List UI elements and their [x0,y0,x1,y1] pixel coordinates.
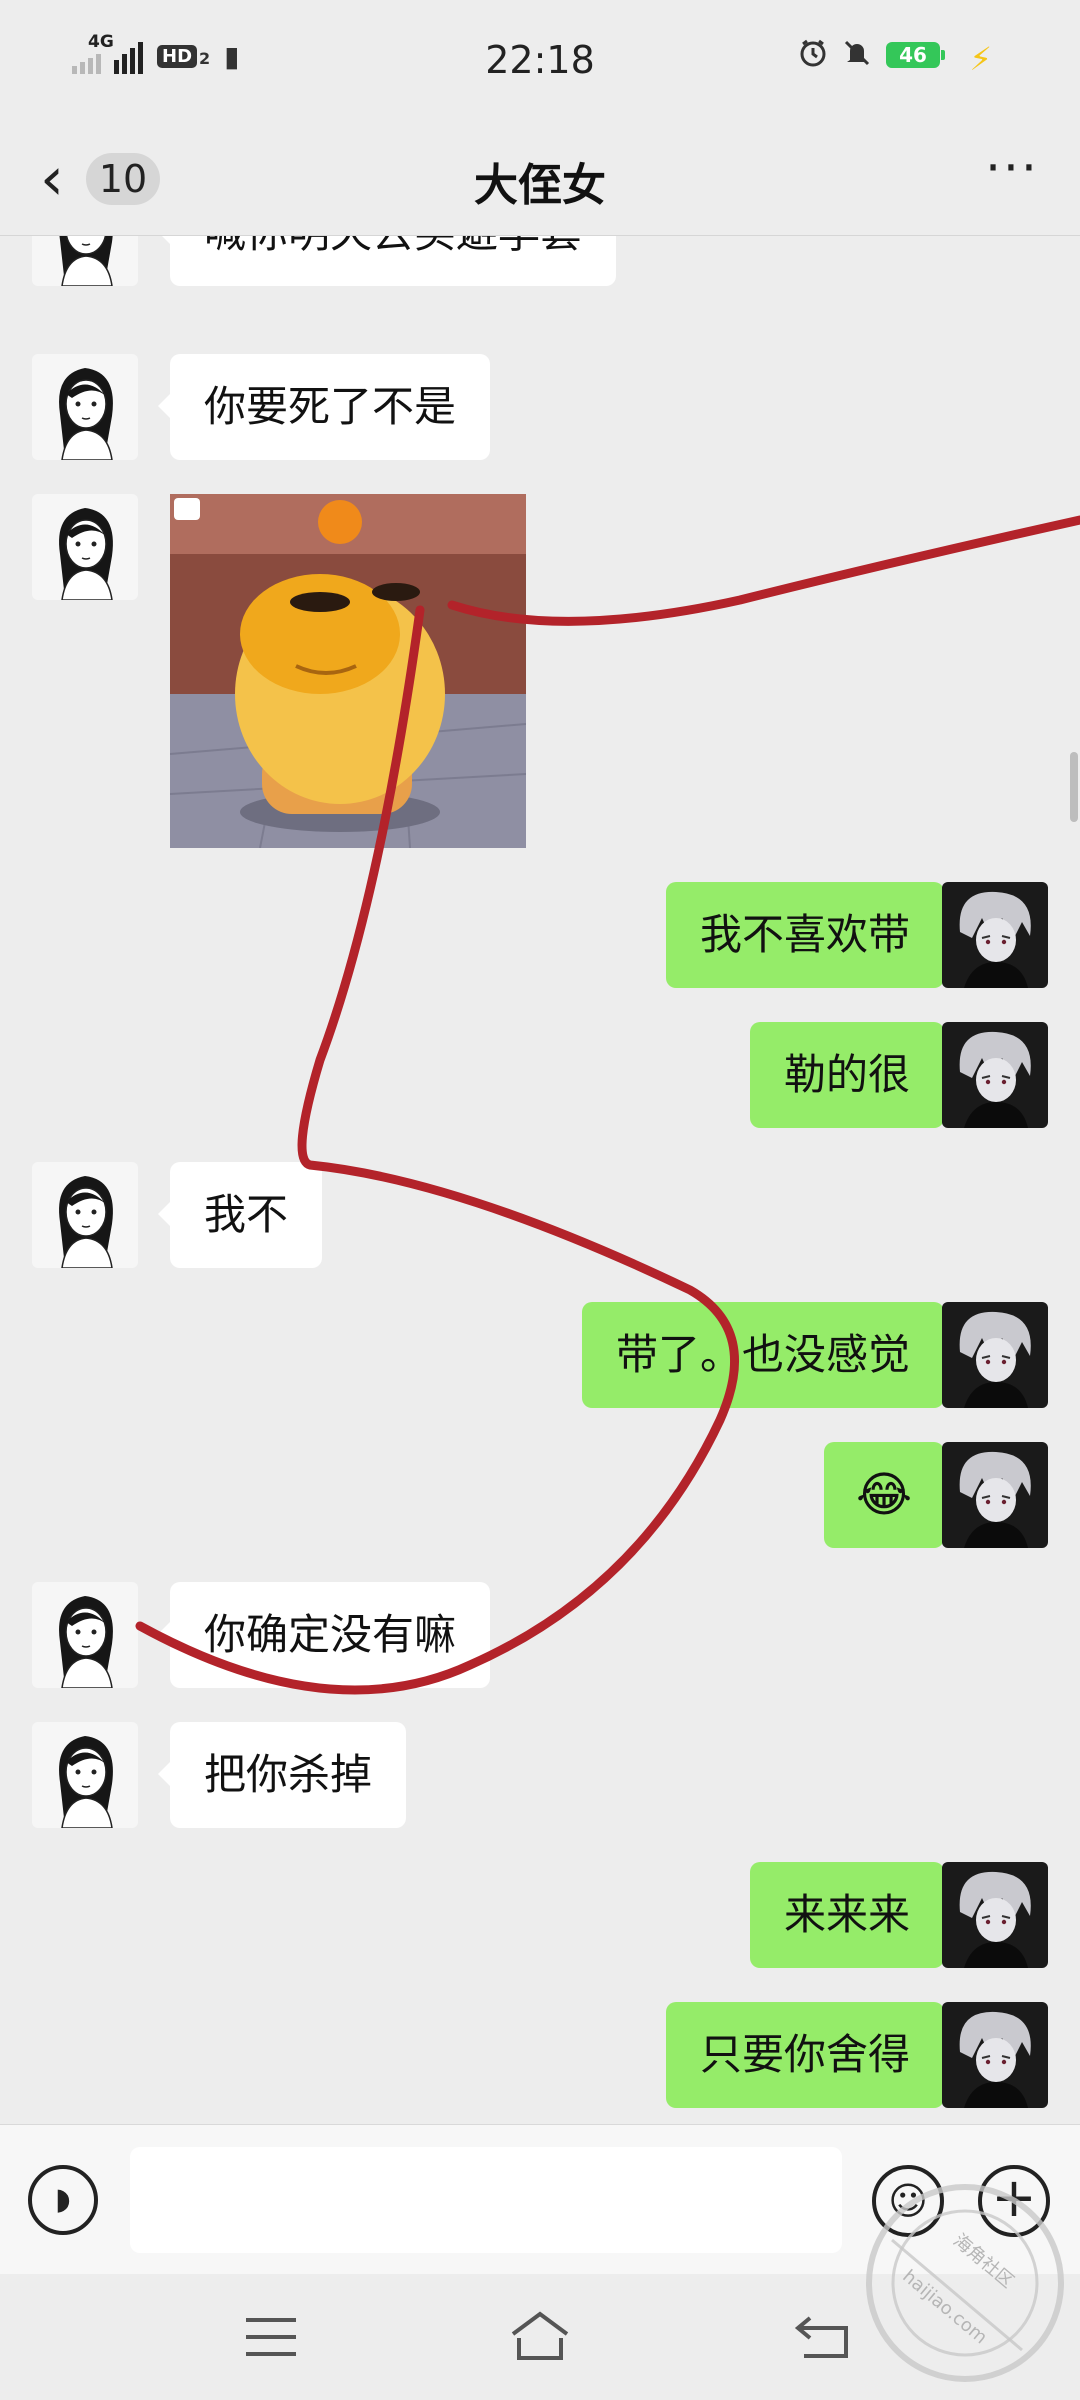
boy-avatar[interactable] [942,1862,1048,1968]
boy-avatar[interactable] [942,2002,1048,2108]
message-bubble[interactable]: 带了。也没感觉 [581,1302,957,1408]
message-row: 我不 [0,1162,1080,1268]
girl-avatar[interactable] [32,236,138,286]
input-bar: ◗ ☺ + [0,2124,1080,2275]
message-bubble[interactable]: 你确定没有嘛 [157,1582,491,1688]
message-bubble[interactable]: 勒的很 [749,1022,957,1128]
message-row: 带了。也没感觉 [0,1302,1080,1408]
girl-avatar[interactable] [32,1162,138,1268]
message-row: 你要死了不是 [0,354,1080,460]
message-bubble[interactable]: 喊你明天去买避孕套 [157,236,617,286]
more-options-button[interactable]: ··· [972,139,1052,209]
back-icon[interactable] [790,2304,860,2370]
system-nav-bar [0,2274,1080,2400]
status-bar: 4G HD 2 ▮ 22:18 46 ⚡ [0,0,1080,125]
chat-title: 大侄女 [474,160,606,211]
menu-icon[interactable] [236,2304,306,2370]
message-list[interactable]: 喊你明天去买避孕套 你要死了不是 [0,236,1080,2124]
mute-icon [842,38,872,72]
message-row: 勒的很 [0,1022,1080,1128]
voice-icon[interactable]: ◗ [28,2165,98,2235]
boy-avatar[interactable] [942,882,1048,988]
message-bubble[interactable]: 我不喜欢带 [665,882,957,988]
girl-avatar[interactable] [32,1582,138,1688]
girl-avatar[interactable] [32,354,138,460]
boy-avatar[interactable] [942,1442,1048,1548]
plus-icon[interactable]: + [978,2165,1050,2237]
message-input[interactable] [130,2147,842,2253]
message-bubble[interactable]: 你要死了不是 [157,354,491,460]
battery-icon: 46 [886,42,945,68]
message-row: 只要你舍得 [0,2002,1080,2108]
charging-icon: ⚡ [969,40,992,78]
boy-avatar[interactable] [942,1302,1048,1408]
message-bubble[interactable]: 把你杀掉 [157,1722,407,1828]
status-right: 46 [798,38,945,72]
girl-avatar[interactable] [32,494,138,600]
message-row: 我不喜欢带 [0,882,1080,988]
yellow-cartoon-sticker[interactable] [170,494,526,848]
boy-avatar[interactable] [942,1022,1048,1128]
message-bubble[interactable]: 只要你舍得 [665,2002,957,2108]
girl-avatar[interactable] [32,1722,138,1828]
message-row: 喊你明天去买避孕套 [0,236,1080,286]
message-row: 把你杀掉 [0,1722,1080,1828]
emoji-bubble[interactable]: 😂 [824,1442,956,1548]
home-icon[interactable] [505,2304,575,2370]
message-bubble[interactable]: 我不 [157,1162,323,1268]
message-row: 你确定没有嘛 [0,1582,1080,1688]
message-bubble[interactable]: 来来来 [749,1862,957,1968]
emoji-icon[interactable]: ☺ [872,2165,944,2237]
message-row: 来来来 [0,1862,1080,1968]
chat-header: ‹ 10 大侄女 ··· [0,125,1080,236]
message-row: 😂 [0,1442,1080,1548]
message-row [0,494,1080,848]
alarm-icon [798,38,828,72]
scrollbar-thumb[interactable] [1070,752,1078,822]
